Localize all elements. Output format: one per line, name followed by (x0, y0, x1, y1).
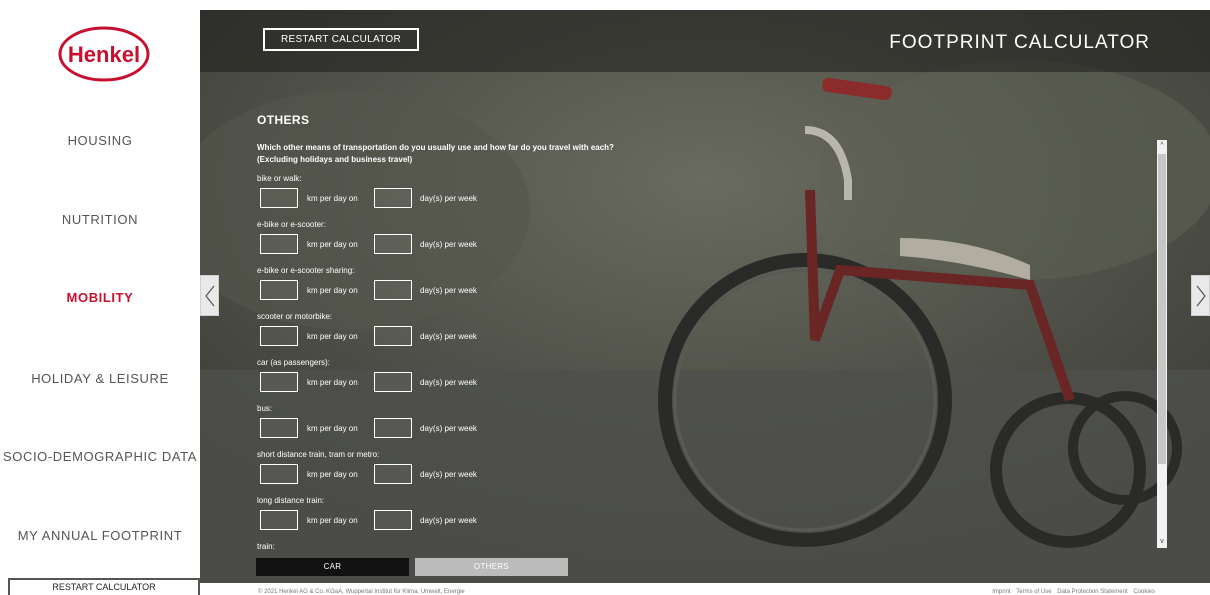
scroll-thumb[interactable] (1158, 154, 1166, 464)
footer-copyright: © 2021 Henkel AG & Co. KGaA, Wuppertal I… (258, 589, 465, 595)
row-label: bus: (257, 404, 273, 413)
tab-others[interactable]: OTHERS (415, 558, 568, 576)
km-input[interactable] (260, 234, 298, 254)
km-unit-text: km per day on (307, 286, 358, 295)
main-panel: RESTART CALCULATOR FOOTPRINT CALCULATOR … (200, 10, 1210, 583)
km-unit-text: km per day on (307, 332, 358, 341)
scroll-up-icon[interactable]: ^ (1157, 140, 1167, 152)
previous-arrow-button[interactable] (200, 275, 219, 316)
days-input[interactable] (374, 326, 412, 346)
days-unit-text: day(s) per week (420, 194, 477, 203)
days-unit-text: day(s) per week (420, 516, 477, 525)
km-input[interactable] (260, 188, 298, 208)
chevron-right-icon (1196, 285, 1206, 307)
days-input[interactable] (374, 372, 412, 392)
row-label: bike or walk: (257, 174, 302, 183)
row-label: e-bike or e-scooter: (257, 220, 326, 229)
km-unit-text: km per day on (307, 240, 358, 249)
sidebar-restart-button[interactable]: RESTART CALCULATOR (8, 578, 200, 595)
restart-calculator-button[interactable]: RESTART CALCULATOR (263, 28, 419, 51)
scroll-down-icon[interactable]: v (1157, 536, 1167, 548)
sidebar-item-holiday-leisure[interactable]: HOLIDAY & LEISURE (0, 371, 200, 386)
app-root: Henkel HOUSING NUTRITION MOBILITY HOLIDA… (0, 0, 1210, 595)
sidebar-item-my-annual-footprint[interactable]: MY ANNUAL FOOTPRINT (0, 528, 200, 543)
days-unit-text: day(s) per week (420, 424, 477, 433)
row-label: car (as passengers): (257, 358, 330, 367)
km-input[interactable] (260, 326, 298, 346)
days-unit-text: day(s) per week (420, 378, 477, 387)
days-input[interactable] (374, 280, 412, 300)
next-arrow-button[interactable] (1191, 275, 1210, 316)
footer-links: Imprint Terms of Use Data Protection Sta… (988, 589, 1155, 595)
km-unit-text: km per day on (307, 194, 358, 203)
km-input[interactable] (260, 280, 298, 300)
page-title: FOOTPRINT CALCULATOR (889, 32, 1150, 53)
km-input[interactable] (260, 372, 298, 392)
days-input[interactable] (374, 418, 412, 438)
tab-car[interactable]: CAR (256, 558, 409, 576)
question-line: Which other means of transportation do y… (257, 143, 614, 152)
days-input[interactable] (374, 464, 412, 484)
days-unit-text: day(s) per week (420, 286, 477, 295)
days-input[interactable] (374, 188, 412, 208)
days-unit-text: day(s) per week (420, 470, 477, 479)
row-label: scooter or motorbike: (257, 312, 333, 321)
sidebar-item-nutrition[interactable]: NUTRITION (0, 212, 200, 227)
km-unit-text: km per day on (307, 378, 358, 387)
days-input[interactable] (374, 234, 412, 254)
km-unit-text: km per day on (307, 424, 358, 433)
km-unit-text: km per day on (307, 516, 358, 525)
footer-link-imprint[interactable]: Imprint (992, 589, 1010, 595)
footer-link-data-protection[interactable]: Data Protection Statement (1057, 589, 1127, 595)
km-input[interactable] (260, 464, 298, 484)
sidebar-item-housing[interactable]: HOUSING (0, 133, 200, 148)
km-input[interactable] (260, 418, 298, 438)
footer-link-terms[interactable]: Terms of Use (1016, 589, 1051, 595)
row-label: e-bike or e-scooter sharing: (257, 266, 355, 275)
footer-link-cookies[interactable]: Cookies (1133, 589, 1155, 595)
km-input[interactable] (260, 510, 298, 530)
question-subline: (Excluding holidays and business travel) (257, 155, 413, 164)
row-label: long distance train: (257, 496, 325, 505)
row-label: train: (257, 542, 275, 551)
logo-text: Henkel (68, 42, 140, 67)
days-unit-text: day(s) per week (420, 240, 477, 249)
form-scrollbar[interactable]: ^ v (1157, 140, 1167, 548)
section-title: OTHERS (257, 113, 310, 127)
sidebar-item-socio-demographic-data[interactable]: SOCIO-DEMOGRAPHIC DATA (0, 449, 200, 464)
henkel-logo[interactable]: Henkel (58, 26, 150, 82)
chevron-left-icon (205, 285, 215, 307)
question-text: Which other means of transportation do y… (257, 142, 777, 166)
sidebar-item-mobility[interactable]: MOBILITY (0, 290, 200, 305)
sidebar: Henkel HOUSING NUTRITION MOBILITY HOLIDA… (0, 0, 200, 595)
days-unit-text: day(s) per week (420, 332, 477, 341)
km-unit-text: km per day on (307, 470, 358, 479)
row-label: short distance train, tram or metro: (257, 450, 380, 459)
days-input[interactable] (374, 510, 412, 530)
tricycle-background-image (200, 10, 1210, 583)
